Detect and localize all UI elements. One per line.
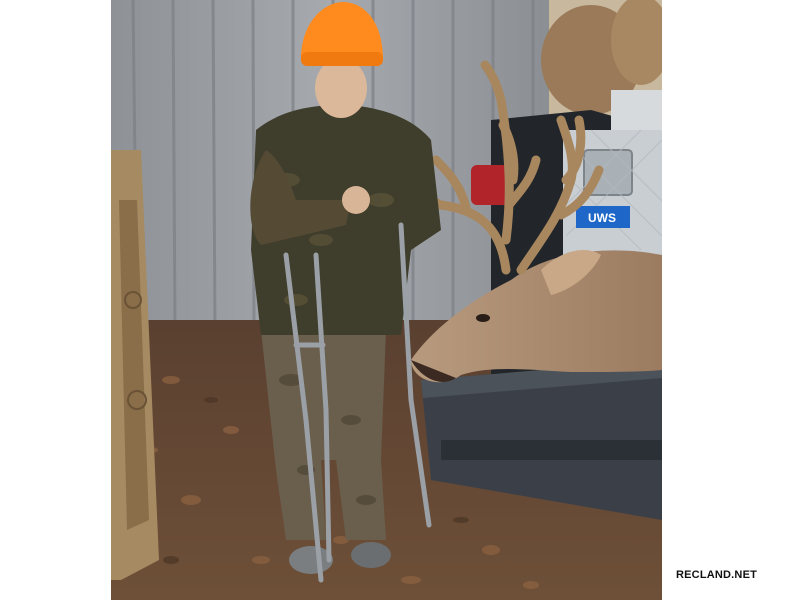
- uws-badge-text: UWS: [588, 211, 616, 225]
- watermark: RECLAND.NET: [676, 569, 758, 581]
- photo: UWS: [111, 0, 662, 600]
